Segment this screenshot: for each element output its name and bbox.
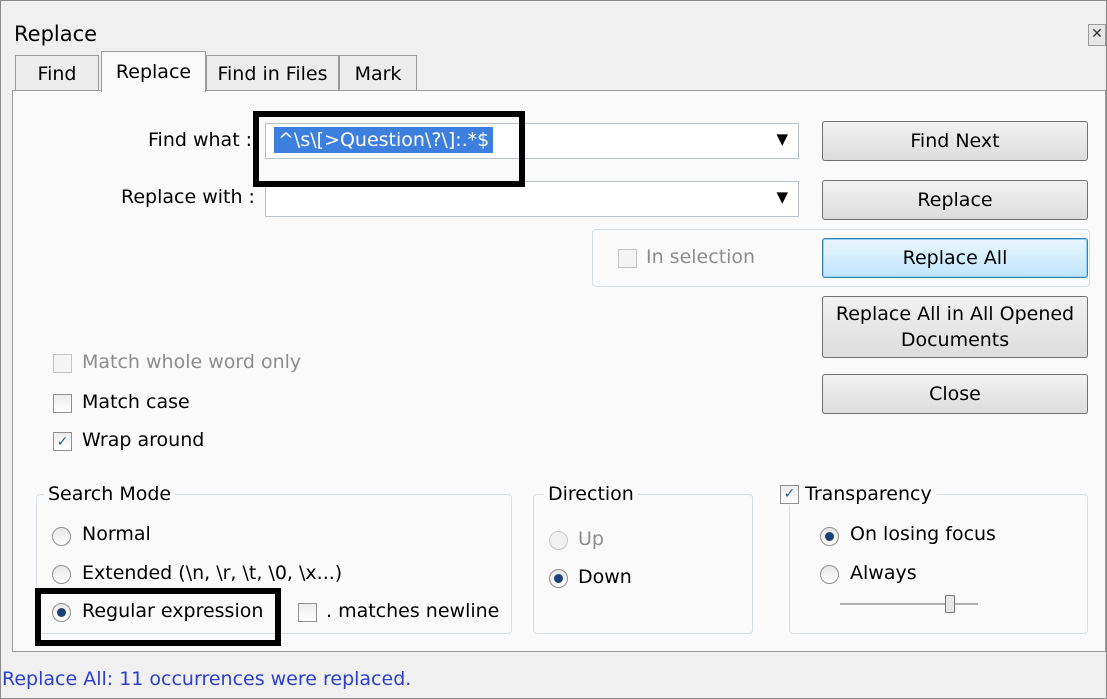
tab-mark[interactable]: Mark: [339, 55, 417, 90]
matches-newline-checkbox[interactable]: [298, 603, 317, 622]
highlight-box-regular-expression: [35, 588, 281, 646]
down-label: Down: [578, 566, 632, 588]
extended-radio[interactable]: [52, 565, 71, 584]
direction-legend: Direction: [544, 483, 638, 505]
dropdown-arrow-icon[interactable]: ▼: [776, 188, 788, 206]
replace-button[interactable]: Replace: [822, 180, 1088, 220]
direction-group: [533, 494, 753, 634]
radio-selected-dot: [554, 574, 563, 583]
replace-all-button[interactable]: Replace All: [822, 238, 1088, 278]
status-message: Replace All: 11 occurrences were replace…: [2, 668, 412, 690]
checkmark-icon: ✓: [783, 486, 796, 502]
on-losing-focus-radio[interactable]: [820, 527, 839, 546]
dropdown-arrow-icon[interactable]: ▼: [776, 130, 788, 148]
in-selection-checkbox[interactable]: [618, 249, 637, 268]
on-losing-focus-label: On losing focus: [850, 523, 996, 545]
in-selection-label: In selection: [646, 246, 756, 268]
tab-replace[interactable]: Replace: [101, 51, 206, 92]
matches-newline-label: . matches newline: [326, 600, 500, 622]
transparency-slider[interactable]: [840, 603, 978, 606]
highlight-box-find-what: [253, 111, 525, 187]
down-radio[interactable]: [549, 569, 568, 588]
normal-label: Normal: [82, 523, 151, 545]
search-mode-legend: Search Mode: [44, 483, 176, 505]
transparency-group: [789, 494, 1088, 634]
match-case-label: Match case: [82, 391, 190, 413]
checkmark-icon: ✓: [56, 433, 69, 450]
slider-thumb[interactable]: [945, 595, 955, 613]
replace-all-opened-line2: Documents: [900, 329, 1010, 351]
match-whole-word-label: Match whole word only: [82, 351, 302, 373]
up-radio[interactable]: [549, 531, 568, 550]
up-label: Up: [578, 528, 604, 550]
wrap-around-checkbox[interactable]: ✓: [53, 432, 72, 451]
find-what-label: Find what :: [148, 129, 253, 151]
transparency-checkbox[interactable]: ✓: [780, 484, 799, 504]
close-icon[interactable]: ✕: [1088, 24, 1106, 46]
always-radio[interactable]: [820, 565, 839, 584]
transparency-label: Transparency: [805, 483, 932, 505]
match-whole-word-checkbox[interactable]: [53, 354, 72, 373]
always-label: Always: [850, 562, 917, 584]
window-title: Replace: [14, 22, 98, 46]
match-case-checkbox[interactable]: [53, 394, 72, 413]
replace-with-label: Replace with :: [121, 186, 255, 208]
transparency-legend: ✓ Transparency: [776, 483, 936, 505]
extended-label: Extended (\n, \r, \t, \0, \x...): [82, 562, 343, 584]
wrap-around-label: Wrap around: [82, 429, 205, 451]
normal-radio[interactable]: [52, 527, 71, 546]
close-button[interactable]: Close: [822, 374, 1088, 414]
replace-all-opened-button[interactable]: Replace All in All Opened Documents: [822, 296, 1088, 358]
replace-all-opened-line1: Replace All in All Opened: [835, 303, 1075, 325]
tab-find[interactable]: Find: [15, 55, 99, 90]
find-next-button[interactable]: Find Next: [822, 121, 1088, 161]
radio-selected-dot: [825, 532, 834, 541]
tab-find-in-files[interactable]: Find in Files: [206, 55, 339, 90]
